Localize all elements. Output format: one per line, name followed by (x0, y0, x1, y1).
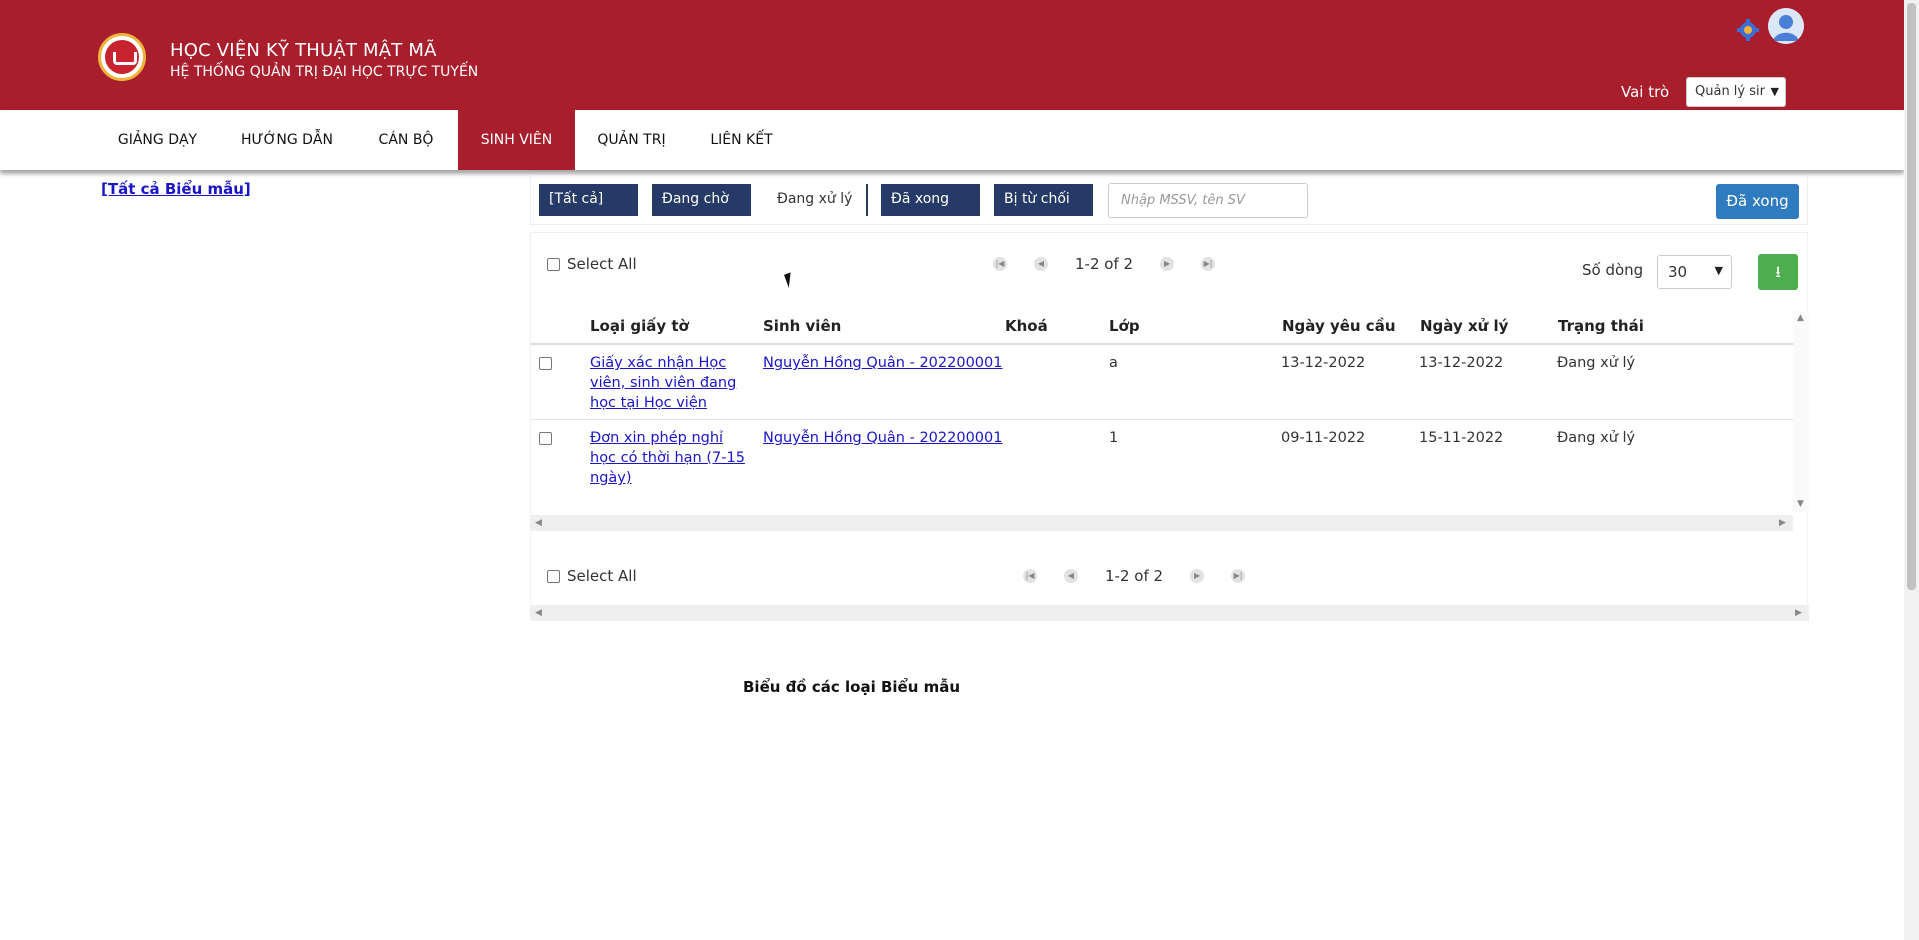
scroll-up-icon[interactable]: ▲ (1797, 313, 1804, 323)
col-header-class[interactable]: Lớp (1109, 317, 1140, 335)
student-link[interactable]: Nguyễn Hồng Quân - 202200001 (763, 355, 1002, 371)
role-select-value: Quản lý sir (1695, 84, 1765, 99)
top-pager-row: Select All |◀ ◀ 1-2 of 2 ▶ ▶| Số dòng 30… (531, 233, 1809, 293)
table-vertical-scrollbar[interactable]: ▲ ▼ (1793, 311, 1809, 513)
select-all-label: Select All (567, 567, 637, 585)
scroll-left-icon[interactable]: ◀ (535, 608, 542, 618)
page-scroll-thumb[interactable] (1907, 3, 1916, 590)
row-checkbox[interactable] (539, 432, 552, 445)
table-horizontal-scrollbar[interactable]: ◀ ▶ (531, 515, 1793, 531)
request-date-cell: 13-12-2022 (1281, 355, 1366, 371)
header-bar: HỌC VIỆN KỸ THUẬT MẬT MÃ HỆ THỐNG QUẢN T… (0, 0, 1904, 110)
chevron-down-icon: ▼ (1714, 264, 1723, 277)
prev-page-icon[interactable]: ◀ (1064, 569, 1078, 583)
last-page-icon[interactable]: ▶| (1201, 257, 1216, 271)
filter-all-button[interactable]: [Tất cả] (539, 184, 638, 216)
download-icon: ⭳ (1775, 262, 1781, 281)
col-header-course[interactable]: Khoá (1005, 317, 1048, 335)
nav-item-huong-dan[interactable]: HƯỚNG DẪN (228, 110, 346, 170)
search-input[interactable]: Nhập MSSV, tên SV (1108, 183, 1308, 218)
user-avatar-icon[interactable] (1768, 8, 1804, 44)
pager-bottom: |◀ ◀ 1-2 of 2 ▶ ▶| (1023, 567, 1246, 585)
next-page-icon[interactable]: ▶ (1190, 569, 1205, 583)
rows-per-page-value: 30 (1668, 263, 1688, 281)
select-all-bottom[interactable]: Select All (547, 567, 637, 585)
scroll-right-icon[interactable]: ▶ (1779, 518, 1786, 528)
all-forms-link[interactable]: [Tất cả Biểu mẫu] (101, 180, 251, 198)
last-page-icon[interactable]: ▶| (1231, 569, 1246, 583)
download-button[interactable]: ⭳ (1758, 254, 1798, 290)
nav-item-can-bo[interactable]: CÁN BỘ (360, 110, 452, 170)
col-header-student[interactable]: Sinh viên (763, 317, 841, 335)
requests-table-panel: Select All |◀ ◀ 1-2 of 2 ▶ ▶| Số dòng 30… (530, 232, 1809, 621)
class-cell: a (1109, 355, 1118, 371)
col-header-process-date[interactable]: Ngày xử lý (1420, 317, 1508, 335)
table-row: Đơn xin phép nghỉ học có thời hạn (7-15 … (531, 420, 1793, 495)
col-header-doc-type[interactable]: Loại giấy tờ (590, 317, 689, 335)
gear-icon[interactable] (1736, 18, 1760, 42)
filter-bar: [Tất cả] Đang chờ Đang xử lý Đã xong Bị … (530, 175, 1808, 225)
row-checkbox[interactable] (539, 357, 552, 370)
table-header: Loại giấy tờ Sinh viên Khoá Lớp Ngày yêu… (531, 311, 1793, 345)
col-header-request-date[interactable]: Ngày yêu cầu (1282, 317, 1396, 335)
rows-per-page-label: Số dòng (1582, 261, 1644, 279)
pager-text: 1-2 of 2 (1105, 567, 1164, 585)
select-all-top[interactable]: Select All (547, 255, 637, 273)
select-all-checkbox[interactable] (547, 569, 560, 583)
select-all-label: Select All (567, 255, 637, 273)
pager-text: 1-2 of 2 (1075, 255, 1134, 273)
filter-done-button[interactable]: Đã xong (881, 184, 980, 216)
first-page-icon[interactable]: |◀ (1023, 569, 1037, 583)
doc-type-link[interactable]: Giấy xác nhận Học viên, sinh viên đang h… (590, 355, 736, 411)
pager-top: |◀ ◀ 1-2 of 2 ▶ ▶| (993, 255, 1216, 273)
class-cell: 1 (1109, 430, 1119, 446)
process-date-cell: 15-11-2022 (1419, 430, 1504, 446)
filter-rejected-button[interactable]: Bị từ chối (994, 184, 1093, 216)
select-all-checkbox[interactable] (547, 257, 560, 271)
nav-item-sinh-vien[interactable]: SINH VIÊN (458, 110, 575, 170)
prev-page-icon[interactable]: ◀ (1034, 257, 1048, 271)
done-button[interactable]: Đã xong (1716, 184, 1799, 219)
next-page-icon[interactable]: ▶ (1160, 257, 1175, 271)
bottom-pager-row: Select All |◀ ◀ 1-2 of 2 ▶ ▶| (531, 545, 1809, 605)
table-row: Giấy xác nhận Học viên, sinh viên đang h… (531, 345, 1793, 420)
filter-processing-button[interactable]: Đang xử lý (765, 184, 868, 216)
org-title: HỌC VIỆN KỸ THUẬT MẬT MÃ (170, 40, 437, 61)
request-date-cell: 09-11-2022 (1281, 430, 1366, 446)
scroll-down-icon[interactable]: ▼ (1797, 499, 1804, 509)
nav-item-giang-day[interactable]: GIẢNG DẠY (100, 110, 215, 170)
process-date-cell: 13-12-2022 (1419, 355, 1504, 371)
scroll-left-icon[interactable]: ◀ (535, 518, 542, 528)
org-subtitle: HỆ THỐNG QUẢN TRỊ ĐẠI HỌC TRỰC TUYẾN (170, 64, 479, 80)
academy-logo[interactable] (98, 33, 146, 81)
doc-type-link[interactable]: Đơn xin phép nghỉ học có thời hạn (7-15 … (590, 430, 745, 486)
col-header-status[interactable]: Trạng thái (1558, 317, 1644, 335)
role-select[interactable]: Quản lý sir ▼ (1686, 77, 1786, 107)
status-cell: Đang xử lý (1557, 355, 1636, 371)
chart-section-title: Biểu đồ các loại Biểu mẫu (743, 678, 961, 696)
status-cell: Đang xử lý (1557, 430, 1636, 446)
chevron-down-icon: ▼ (1770, 85, 1779, 98)
nav-item-lien-ket[interactable]: LIÊN KẾT (700, 110, 783, 170)
first-page-icon[interactable]: |◀ (993, 257, 1007, 271)
filter-pending-button[interactable]: Đang chờ (652, 184, 751, 216)
nav-item-quan-tri[interactable]: QUẢN TRỊ (585, 110, 678, 170)
panel-horizontal-scrollbar[interactable]: ◀ ▶ (531, 605, 1809, 621)
student-link[interactable]: Nguyễn Hồng Quân - 202200001 (763, 430, 1002, 446)
role-label: Vai trò (1621, 83, 1670, 101)
main-nav: GIẢNG DẠY HƯỚNG DẪN CÁN BỘ SINH VIÊN QUẢ… (0, 110, 1904, 170)
scroll-right-icon[interactable]: ▶ (1795, 608, 1802, 618)
rows-per-page-select[interactable]: 30 ▼ (1657, 255, 1732, 289)
page-scrollbar[interactable] (1904, 0, 1919, 940)
